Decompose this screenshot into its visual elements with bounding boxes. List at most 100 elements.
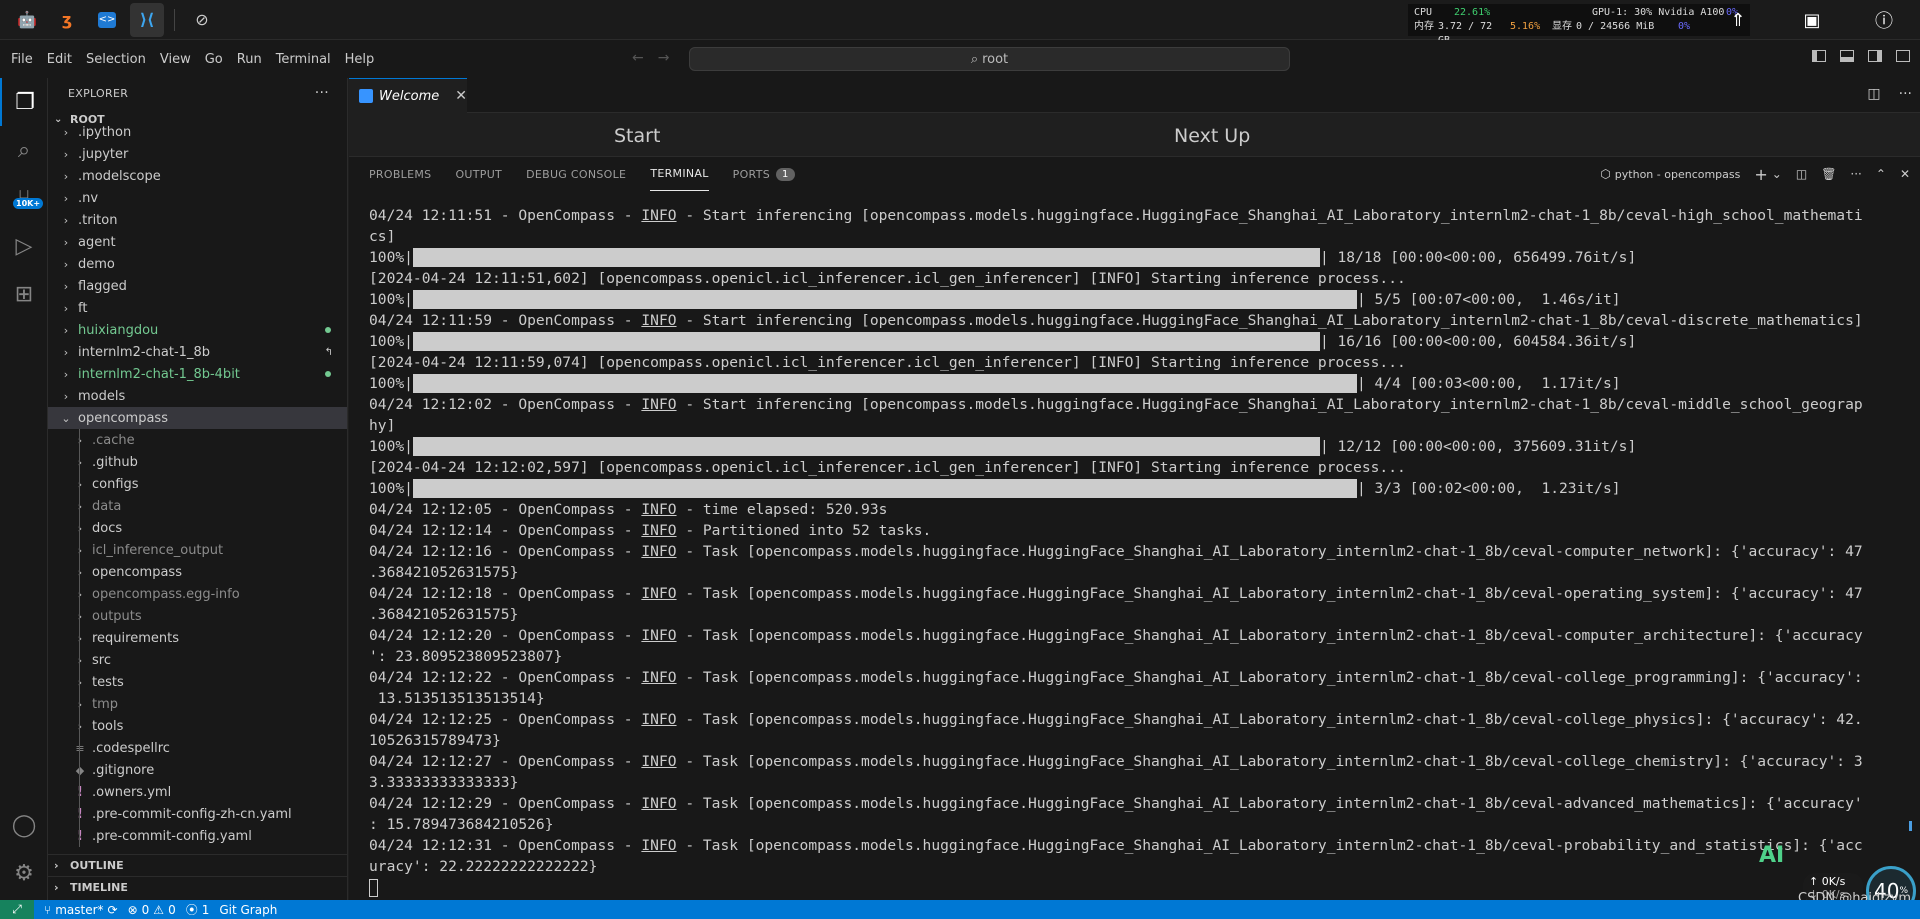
tree-item[interactable]: › .nv bbox=[48, 187, 347, 209]
tab-welcome[interactable]: Welcome ✕ bbox=[349, 78, 467, 113]
code-icon[interactable]: <> bbox=[90, 3, 124, 37]
account-icon[interactable]: ◯ bbox=[0, 801, 48, 849]
tab-ports[interactable]: PORTS 1 bbox=[733, 157, 795, 191]
tree-item[interactable]: › flagged bbox=[48, 275, 347, 297]
more-actions-icon[interactable]: ··· bbox=[315, 85, 329, 101]
tree-item[interactable]: › data bbox=[48, 495, 347, 517]
tree-item[interactable]: › tmp bbox=[48, 693, 347, 715]
menu-run[interactable]: Run bbox=[230, 52, 269, 67]
customize-layout-icon[interactable] bbox=[1896, 50, 1910, 62]
problems-status[interactable]: ⊗ 0 ⚠ 0 bbox=[128, 903, 176, 917]
tree-item[interactable]: › models bbox=[48, 385, 347, 407]
close-panel-icon[interactable]: ✕ bbox=[1900, 167, 1910, 181]
remote-indicator-icon[interactable]: ⤢ bbox=[0, 900, 34, 919]
image-icon[interactable]: ▣ bbox=[1792, 0, 1832, 40]
terminal-output[interactable]: 04/24 12:11:51 - OpenCompass - INFO - St… bbox=[369, 205, 1904, 898]
outline-section[interactable]: › OUTLINE bbox=[48, 854, 347, 876]
tree-item[interactable]: › huixiangdou bbox=[48, 319, 347, 341]
compass-icon[interactable]: ⊘ bbox=[185, 3, 219, 37]
tree-item[interactable]: › .modelscope bbox=[48, 165, 347, 187]
log-level: INFO bbox=[641, 795, 677, 812]
tab-debug-console[interactable]: DEBUG CONSOLE bbox=[526, 157, 626, 191]
tree-item[interactable]: ! .pre-commit-config-zh-cn.yaml bbox=[48, 803, 347, 825]
tab-output[interactable]: OUTPUT bbox=[455, 157, 502, 191]
close-icon[interactable]: ✕ bbox=[455, 88, 467, 104]
info-icon[interactable]: ⓘ bbox=[1864, 0, 1904, 40]
tree-item[interactable]: ⌄ opencompass bbox=[48, 407, 347, 429]
branch-status[interactable]: ⑂ master* ⟳ bbox=[44, 903, 118, 917]
split-editor-icon[interactable]: ◫ bbox=[1867, 86, 1880, 102]
menu-terminal[interactable]: Terminal bbox=[269, 52, 338, 67]
trash-icon[interactable]: 🗑 bbox=[1821, 167, 1836, 181]
toggle-panel-icon[interactable] bbox=[1840, 50, 1854, 62]
tree-item[interactable]: › docs bbox=[48, 517, 347, 539]
tree-item[interactable]: › configs bbox=[48, 473, 347, 495]
tree-item[interactable]: › requirements bbox=[48, 627, 347, 649]
terminal-line: 04/24 12:12:25 - OpenCompass - INFO - Ta… bbox=[369, 709, 1904, 730]
settings-gear-icon[interactable]: ⚙ bbox=[0, 849, 48, 897]
search-icon[interactable]: ⌕ bbox=[0, 126, 48, 174]
command-center-search[interactable]: ⌕ root bbox=[689, 47, 1290, 71]
progress-stats: | 4/4 [00:03<00:00, 1.17it/s] bbox=[1356, 375, 1621, 392]
tree-item[interactable]: › .github bbox=[48, 451, 347, 473]
toggle-secondary-sidebar-icon[interactable] bbox=[1868, 50, 1882, 62]
jupyter-icon[interactable]: ʒ bbox=[50, 3, 84, 37]
new-terminal-icon[interactable]: + bbox=[1754, 165, 1767, 184]
tree-item[interactable]: › ft bbox=[48, 297, 347, 319]
tab-problems[interactable]: PROBLEMS bbox=[369, 157, 431, 191]
tree-item[interactable]: › internlm2-chat-1_8b-4bit bbox=[48, 363, 347, 385]
explorer-icon[interactable]: ❐ bbox=[0, 78, 48, 126]
vscode-icon[interactable]: ⟩⟨ bbox=[130, 2, 164, 37]
tree-item[interactable]: › .triton bbox=[48, 209, 347, 231]
tree-item[interactable]: › .cache bbox=[48, 429, 347, 451]
forward-arrow-icon[interactable]: → bbox=[658, 50, 670, 66]
tree-item[interactable]: › opencompass bbox=[48, 561, 347, 583]
tree-item[interactable]: › demo bbox=[48, 253, 347, 275]
ports-status[interactable]: ⦿ 1 bbox=[186, 901, 210, 918]
tree-item[interactable]: ! .owners.yml bbox=[48, 781, 347, 803]
timeline-section[interactable]: › TIMELINE bbox=[48, 876, 347, 898]
tree-item[interactable]: › outputs bbox=[48, 605, 347, 627]
tree-item[interactable]: ! .pre-commit-config.yaml bbox=[48, 825, 347, 847]
more-actions-icon[interactable]: ··· bbox=[1899, 86, 1912, 102]
tool-icon[interactable]: ⇑ bbox=[1718, 0, 1758, 40]
menu-go[interactable]: Go bbox=[198, 52, 230, 67]
toggle-sidebar-icon[interactable] bbox=[1812, 50, 1826, 62]
tree-item-label: .ipython bbox=[78, 124, 132, 140]
split-terminal-icon[interactable]: ◫ bbox=[1796, 167, 1807, 181]
chevron-down-icon[interactable]: ⌄ bbox=[1772, 167, 1782, 181]
log-message: - time elapsed: 520.93s bbox=[676, 501, 888, 518]
menu-file[interactable]: File bbox=[4, 52, 40, 67]
run-debug-icon[interactable]: ▷ bbox=[0, 222, 48, 270]
tree-item[interactable]: ◆ .gitignore bbox=[48, 759, 347, 781]
tree-item[interactable]: › .jupyter bbox=[48, 143, 347, 165]
bot-avatar-icon[interactable]: 🤖 bbox=[10, 3, 44, 37]
extensions-icon[interactable]: ⊞ bbox=[0, 270, 48, 318]
tree-item[interactable]: ≡ .codespellrc bbox=[48, 737, 347, 759]
tree-item[interactable]: › icl_inference_output bbox=[48, 539, 347, 561]
chevron-right-icon: › bbox=[77, 675, 83, 689]
log-prefix: 04/24 12:11:59 - OpenCompass - bbox=[369, 312, 642, 329]
tab-terminal[interactable]: TERMINAL bbox=[650, 157, 709, 191]
tree-item[interactable]: › src bbox=[48, 649, 347, 671]
maximize-panel-icon[interactable]: ⌃ bbox=[1876, 167, 1886, 181]
tree-item[interactable]: › .ipython bbox=[48, 121, 347, 143]
tree-item[interactable]: › opencompass.egg-info bbox=[48, 583, 347, 605]
log-message: - Task [opencompass.models.huggingface.H… bbox=[676, 795, 1863, 812]
git-graph-status[interactable]: Git Graph bbox=[219, 903, 277, 917]
back-arrow-icon[interactable]: ← bbox=[632, 50, 644, 66]
tree-item[interactable]: › internlm2-chat-1_8b ↰ bbox=[48, 341, 347, 363]
tree-item[interactable]: › tests bbox=[48, 671, 347, 693]
menu-help[interactable]: Help bbox=[338, 52, 382, 67]
log-message: - Task [opencompass.models.huggingface.H… bbox=[676, 669, 1863, 686]
menu-selection[interactable]: Selection bbox=[79, 52, 153, 67]
menu-view[interactable]: View bbox=[153, 52, 198, 67]
tree-item-label: .gitignore bbox=[92, 762, 155, 778]
log-message: - Task [opencompass.models.huggingface.H… bbox=[676, 543, 1863, 560]
tree-item[interactable]: › tools bbox=[48, 715, 347, 737]
menu-edit[interactable]: Edit bbox=[40, 52, 79, 67]
more-actions-icon[interactable]: ··· bbox=[1850, 167, 1861, 181]
tree-item[interactable]: › agent bbox=[48, 231, 347, 253]
terminal-name[interactable]: python - opencompass bbox=[1615, 168, 1741, 181]
timeline-label: TIMELINE bbox=[70, 881, 128, 894]
